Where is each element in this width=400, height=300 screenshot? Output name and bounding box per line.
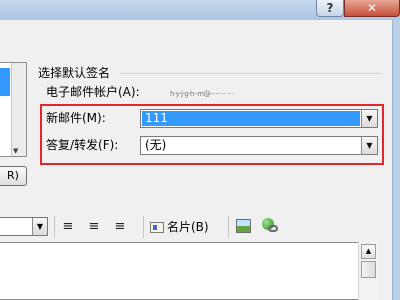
signature-list-selected-item[interactable] [0, 68, 10, 96]
scroll-up-icon[interactable]: ▲ [361, 244, 376, 259]
group-title: 选择默认签名 [38, 66, 111, 80]
highlight-box [40, 104, 384, 165]
email-account-label: 电子邮件帐户(A): [46, 85, 140, 99]
editor-scrollbar[interactable]: ▲ [358, 242, 378, 300]
toolbar-separator [54, 216, 55, 238]
rename-button[interactable]: R) [0, 166, 27, 186]
dialog-frame-edge [392, 20, 400, 300]
chain-icon [268, 225, 278, 232]
title-bar: ? ✕ [0, 0, 400, 20]
business-card-icon [150, 222, 164, 233]
scroll-down-icon[interactable]: ▼ [13, 147, 18, 155]
align-center-icon[interactable]: ≡ [84, 217, 104, 237]
toolbar-separator [143, 216, 144, 238]
insert-picture-icon[interactable] [236, 219, 251, 233]
align-left-icon[interactable]: ≡ [58, 217, 78, 237]
scrollbar-thumb[interactable] [361, 261, 376, 278]
email-account-value[interactable]: h·y·j·g·h··m@······ ·· ·· · [170, 90, 360, 100]
toolbar-separator [228, 216, 229, 238]
help-button[interactable]: ? [316, 0, 344, 17]
signature-editor[interactable] [0, 242, 378, 300]
business-card-button[interactable]: 名片(B) [150, 217, 209, 237]
close-button[interactable]: ✕ [344, 0, 400, 17]
signature-list-scrollbar[interactable] [11, 63, 26, 156]
business-card-label: 名片(B) [167, 220, 209, 234]
align-right-icon[interactable]: ≡ [110, 217, 130, 237]
hyperlink-icon[interactable] [262, 218, 278, 234]
group-divider [120, 73, 382, 74]
font-size-select[interactable]: ▼ [0, 217, 48, 236]
chevron-down-icon[interactable]: ▼ [32, 218, 47, 235]
